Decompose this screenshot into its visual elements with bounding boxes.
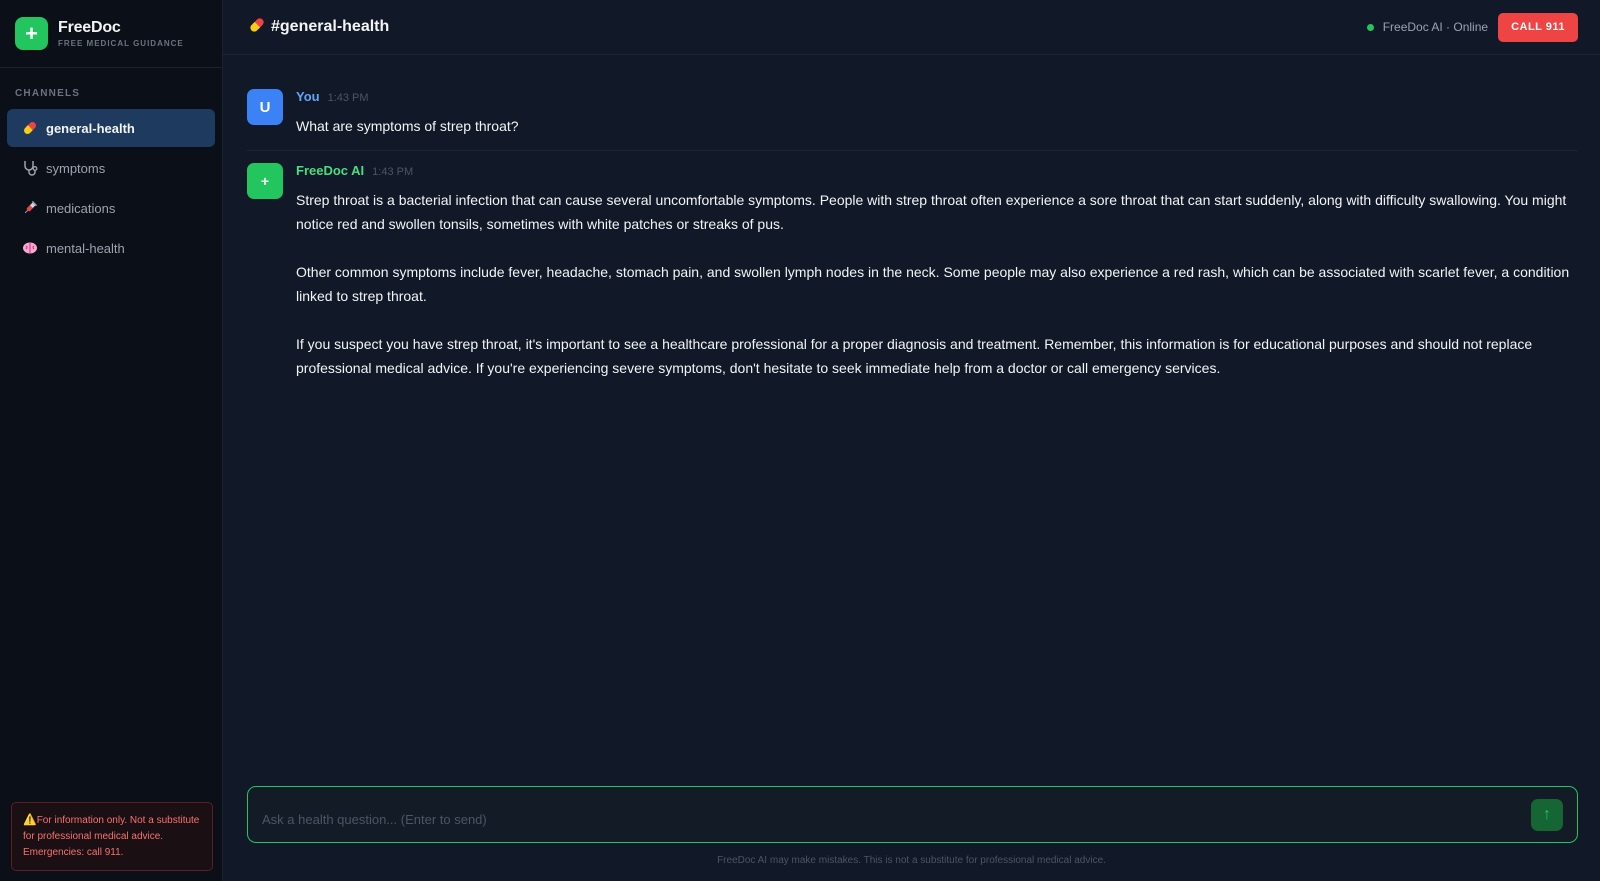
freedoc-ai-avatar: + <box>247 163 283 199</box>
message-text: What are symptoms of strep throat? <box>296 114 1578 138</box>
message-paragraph: Strep throat is a bacterial infection th… <box>296 192 1567 232</box>
brain-icon <box>20 238 40 258</box>
channels-section-label: CHANNELS <box>15 88 81 99</box>
message-body: FreeDoc AI 1:43 PM Strep throat is a bac… <box>296 163 1578 380</box>
stethoscope-icon <box>20 158 40 178</box>
message-list: U You 1:43 PM What are symptoms of strep… <box>223 55 1600 881</box>
online-status-dot-icon <box>1366 23 1374 31</box>
sidebar: + FreeDoc FREE MEDICAL GUIDANCE CHANNELS… <box>0 0 223 881</box>
chat-main: #general-health FreeDoc AI · Online CALL… <box>223 0 1600 881</box>
message-author: FreeDoc AI <box>296 163 365 178</box>
pill-icon <box>20 118 40 138</box>
message-header: You 1:43 PM <box>296 89 1578 107</box>
arrow-up-icon: ↑ <box>1543 805 1551 823</box>
sidebar-item-medications[interactable]: medications <box>7 189 215 227</box>
brand-header: + FreeDoc FREE MEDICAL GUIDANCE <box>0 0 222 68</box>
message-timestamp: 1:43 PM <box>327 92 369 104</box>
freedoc-logo-icon: + <box>15 17 48 50</box>
message-body: You 1:43 PM What are symptoms of strep t… <box>296 89 1578 138</box>
message-paragraph: If you suspect you have strep throat, it… <box>296 336 1533 376</box>
avatar: U <box>247 89 283 125</box>
channel-title-text: #general-health <box>271 18 390 35</box>
brand-name: FreeDoc <box>58 19 121 36</box>
message-author: You <box>296 89 320 104</box>
message-header: FreeDoc AI 1:43 PM <box>296 163 1578 181</box>
sidebar-item-label: general-health <box>46 120 135 136</box>
sidebar-item-symptoms[interactable]: symptoms <box>7 149 215 187</box>
message-user: U You 1:43 PM What are symptoms of strep… <box>247 89 1578 138</box>
channel-title: #general-health <box>247 15 389 40</box>
sidebar-item-mental-health[interactable]: mental-health <box>7 229 215 267</box>
sidebar-disclaimer: ⚠️For information only. Not a substitute… <box>11 802 213 871</box>
disclaimer-text: For information only. Not a substitute f… <box>23 815 200 858</box>
message-paragraph: What are symptoms of strep throat? <box>296 118 519 134</box>
sidebar-item-label: symptoms <box>46 160 106 176</box>
pill-icon <box>247 15 267 40</box>
ai-status-text: FreeDoc AI · Online <box>1382 20 1489 34</box>
message-text: Strep throat is a bacterial infection th… <box>296 188 1578 380</box>
channel-header: #general-health FreeDoc AI · Online CALL… <box>223 0 1600 55</box>
header-actions: FreeDoc AI · Online CALL 911 <box>1366 12 1578 42</box>
brand-subtitle: FREE MEDICAL GUIDANCE <box>58 39 184 48</box>
warning-icon: ⚠️ <box>23 814 37 826</box>
sidebar-item-label: mental-health <box>46 240 125 256</box>
call-911-button[interactable]: CALL 911 <box>1498 12 1578 42</box>
message-ai: + FreeDoc AI 1:43 PM Strep throat is a b… <box>247 163 1578 380</box>
send-button[interactable]: ↑ <box>1531 798 1563 831</box>
sidebar-item-general-health[interactable]: general-health <box>7 109 215 147</box>
message-divider <box>247 150 1578 151</box>
sidebar-item-label: medications <box>46 200 116 216</box>
message-paragraph: Other common symptoms include fever, hea… <box>296 264 1570 304</box>
message-timestamp: 1:43 PM <box>372 166 414 178</box>
message-input[interactable] <box>262 802 1531 827</box>
brand-text: FreeDoc FREE MEDICAL GUIDANCE <box>58 19 184 48</box>
syringe-icon <box>20 198 40 218</box>
footer-disclaimer: FreeDoc AI may make mistakes. This is no… <box>717 855 1106 866</box>
message-composer: ↑ <box>247 786 1578 843</box>
